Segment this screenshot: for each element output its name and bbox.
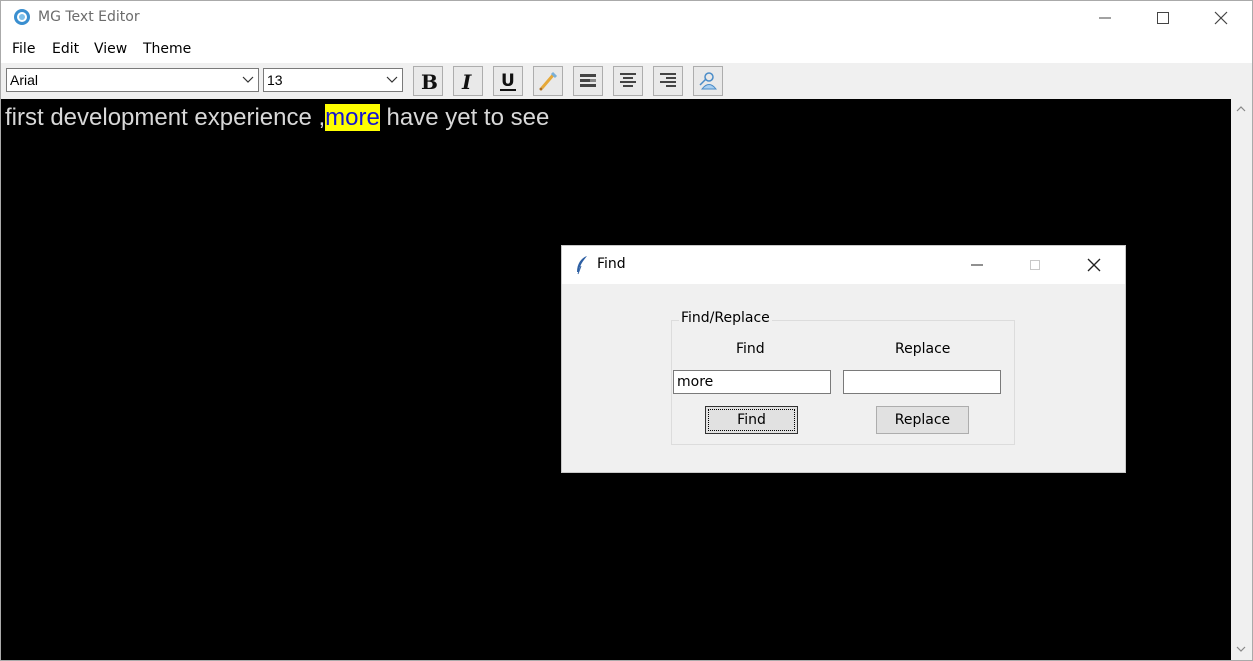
close-icon (1214, 11, 1228, 25)
find-button[interactable]: Find (705, 406, 798, 434)
vertical-scrollbar[interactable] (1231, 99, 1252, 660)
menu-view[interactable]: View (94, 41, 127, 57)
group-label: Find/Replace (679, 310, 772, 326)
close-button[interactable] (1193, 1, 1251, 34)
feather-icon (577, 256, 587, 275)
menu-file[interactable]: File (12, 41, 35, 57)
clear-format-button[interactable] (693, 66, 723, 96)
toolbar: Arial 13 B I U (1, 63, 1252, 99)
replace-label: Replace (895, 341, 951, 357)
menu-theme[interactable]: Theme (143, 41, 191, 57)
dialog-title-bar[interactable]: Find (562, 246, 1125, 284)
replace-button[interactable]: Replace (876, 406, 969, 434)
svg-text:B: B (421, 70, 438, 92)
clear-format-icon (699, 72, 718, 90)
underline-icon: U (500, 71, 516, 91)
chevron-down-icon (242, 76, 254, 83)
minimize-icon (971, 264, 983, 266)
align-center-icon (620, 73, 636, 87)
align-right-icon (660, 73, 676, 87)
menu-bar: File Edit View Theme (1, 35, 1252, 63)
find-dialog: Find Find/Replace Find Replace more Find… (562, 246, 1125, 472)
maximize-icon (1030, 260, 1040, 270)
italic-button[interactable]: I (453, 66, 483, 96)
align-center-button[interactable] (613, 66, 643, 96)
scroll-up-icon[interactable] (1236, 105, 1246, 113)
editor-text: have yet to see (379, 104, 550, 131)
replace-button-label: Replace (894, 412, 951, 428)
align-right-button[interactable] (653, 66, 683, 96)
svg-text:I: I (461, 70, 472, 92)
italic-icon: I (461, 70, 472, 92)
menu-edit[interactable]: Edit (52, 41, 79, 57)
maximize-button[interactable] (1135, 1, 1193, 34)
find-input[interactable]: more (673, 370, 831, 394)
search-highlight: more (325, 104, 380, 131)
color-picker-button[interactable] (533, 66, 563, 96)
bold-icon: B (421, 70, 438, 92)
dialog-title: Find (597, 256, 626, 272)
align-left-icon (580, 74, 596, 87)
svg-text:U: U (501, 71, 515, 91)
underline-button[interactable]: U (493, 66, 523, 96)
minimize-icon (1099, 17, 1111, 19)
bold-button[interactable]: B (413, 66, 443, 96)
app-icon (14, 9, 30, 25)
font-family-select[interactable]: Arial (6, 68, 259, 92)
editor-text-line: first development experience ,more have … (5, 104, 549, 132)
editor-text: first development experience , (5, 104, 326, 131)
font-size-value: 13 (267, 72, 283, 88)
replace-input[interactable] (843, 370, 1001, 394)
chevron-down-icon (386, 76, 398, 83)
find-label: Find (736, 341, 765, 357)
align-left-button[interactable] (573, 66, 603, 96)
font-size-select[interactable]: 13 (263, 68, 403, 92)
dialog-maximize-button[interactable] (1007, 248, 1065, 281)
scroll-down-icon[interactable] (1236, 645, 1246, 653)
close-icon (1087, 258, 1101, 272)
dialog-minimize-button[interactable] (949, 248, 1007, 281)
dialog-close-button[interactable] (1066, 248, 1124, 281)
focus-ring (708, 409, 795, 431)
maximize-icon (1157, 12, 1169, 24)
window-title: MG Text Editor (38, 9, 140, 25)
minimize-button[interactable] (1077, 1, 1135, 34)
color-picker-icon (539, 71, 558, 91)
title-bar[interactable]: MG Text Editor (1, 1, 1252, 35)
font-family-value: Arial (10, 72, 39, 88)
